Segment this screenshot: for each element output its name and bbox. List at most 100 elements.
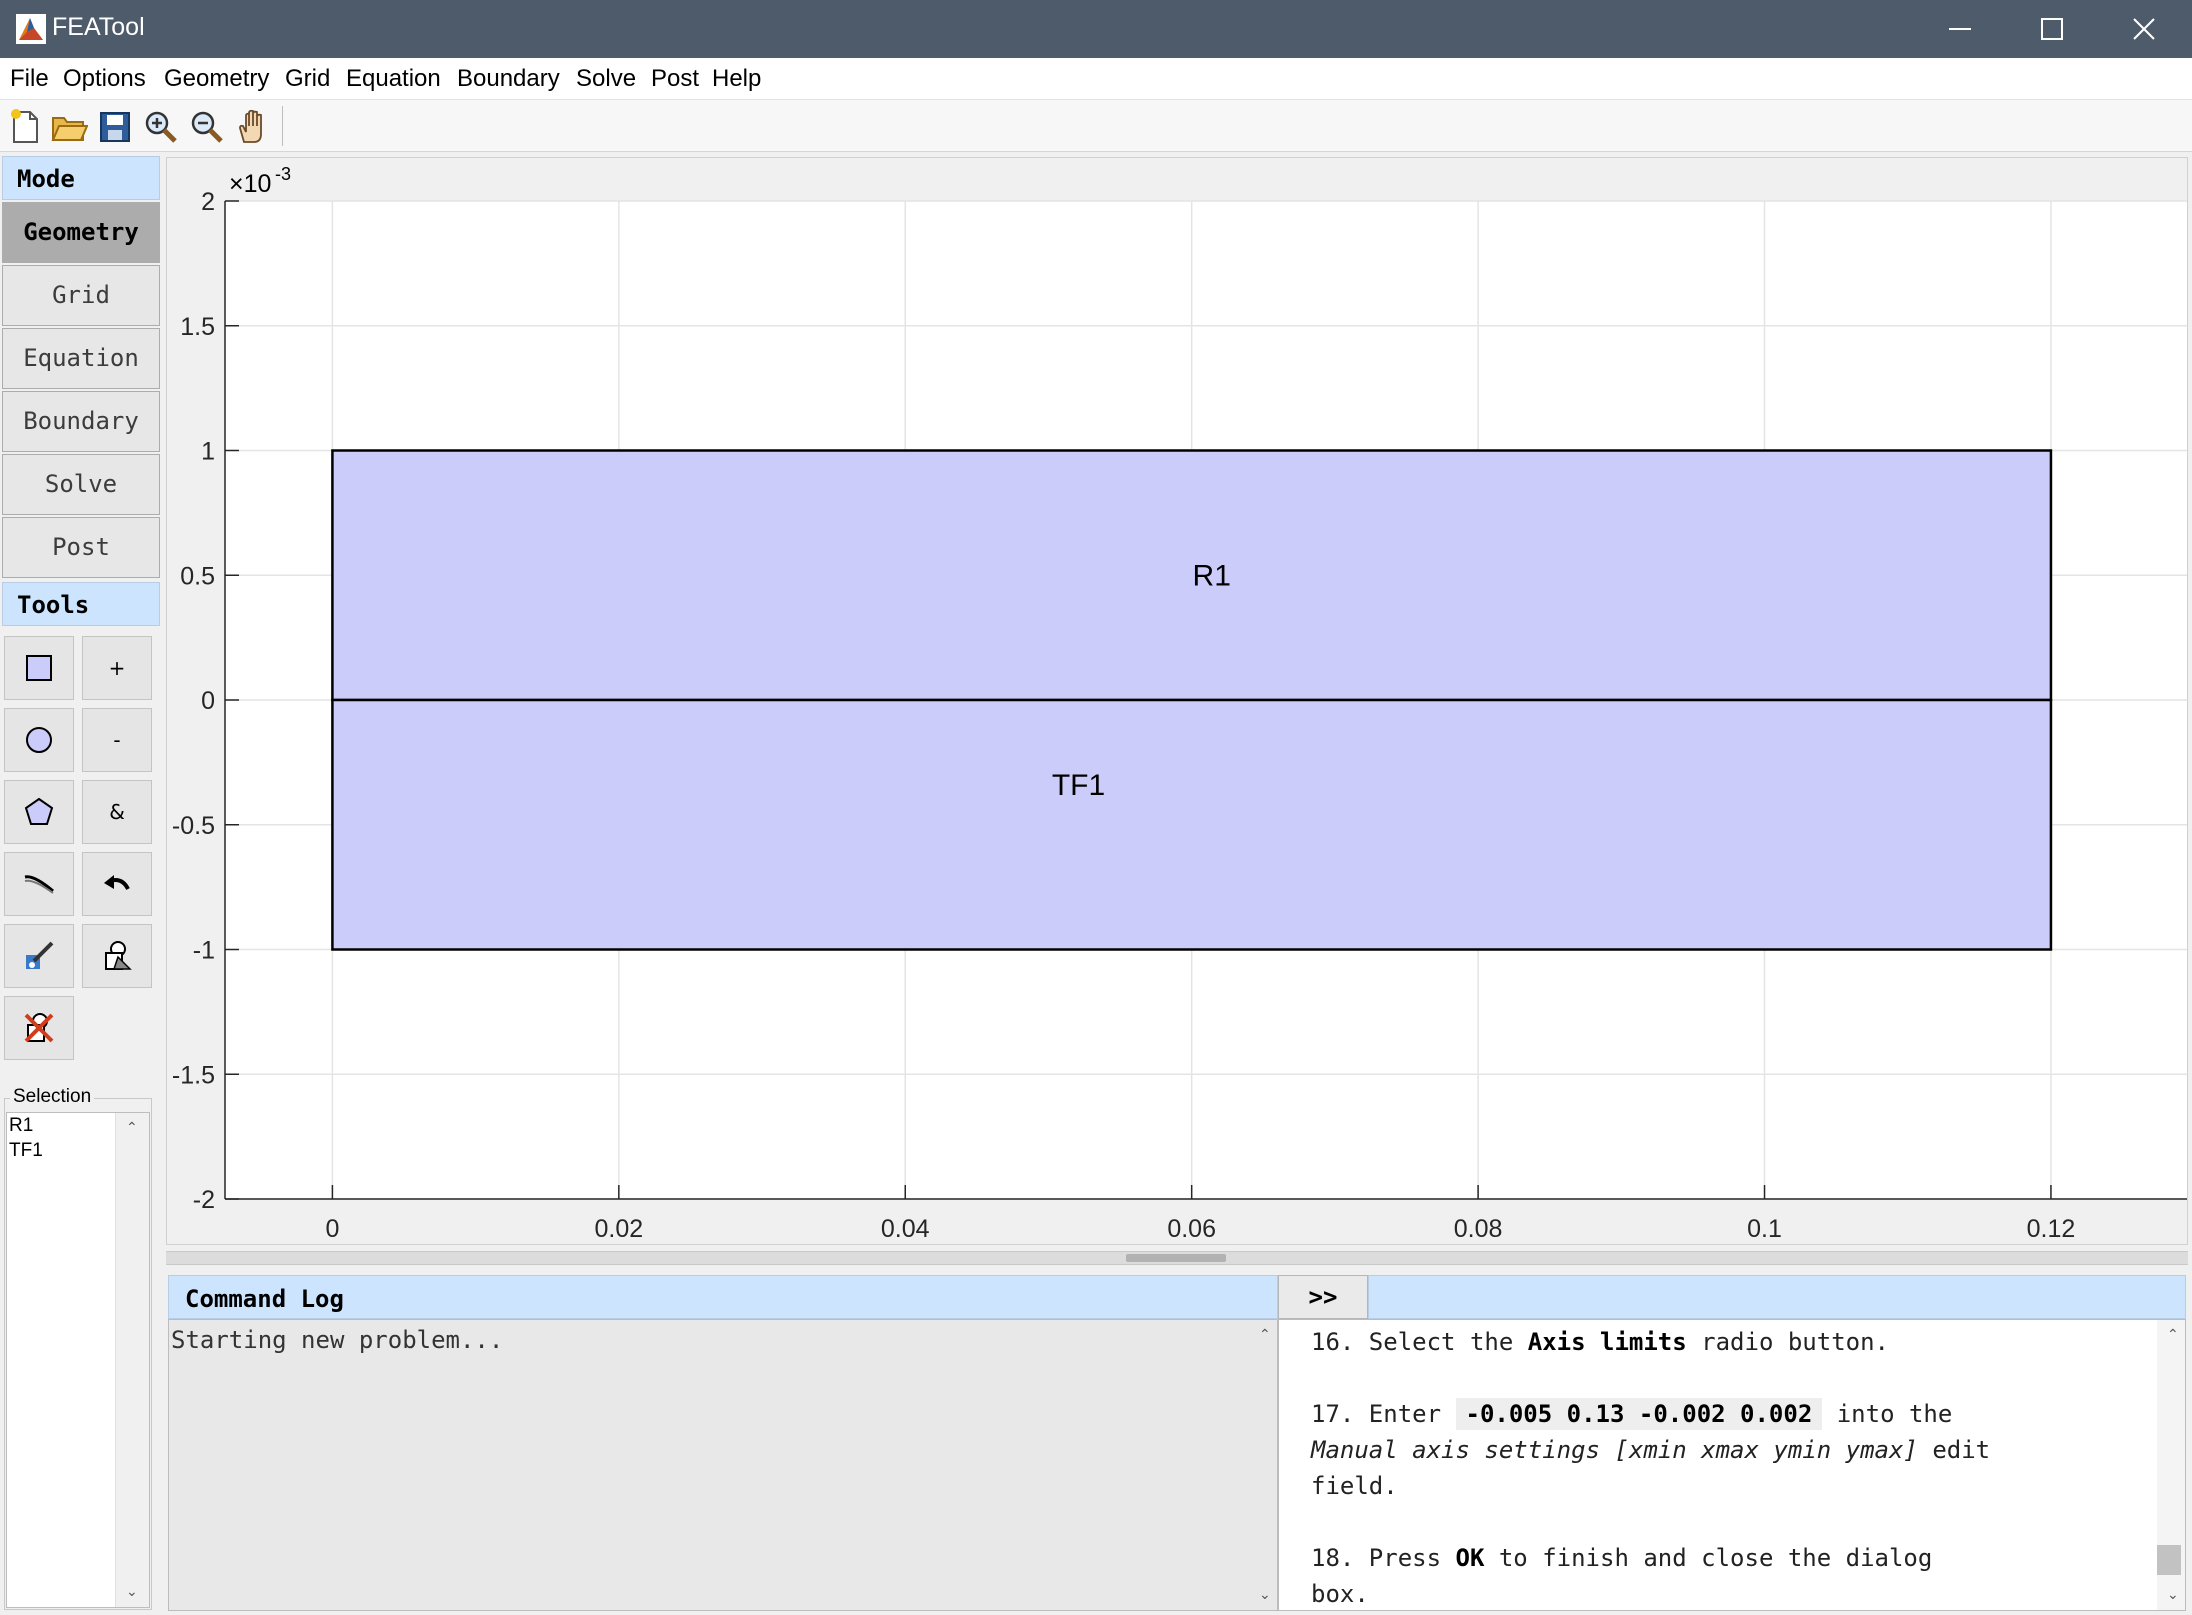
open-folder-icon xyxy=(51,117,89,141)
rectangle-icon xyxy=(26,655,52,681)
mode-post-button[interactable]: Post xyxy=(2,517,160,578)
menu-grid[interactable]: Grid xyxy=(285,65,330,93)
command-log-text: Starting new problem... xyxy=(171,1326,504,1354)
y-tick-label: 0.5 xyxy=(180,562,215,590)
menu-help[interactable]: Help xyxy=(712,65,761,93)
plot-panel: R1 TF1 0 0.02 0.04 0.06 0.08 0.1 0.12 2 1.5 1 0.5 0 -… xyxy=(166,157,2188,1245)
help-panel[interactable]: 16. Select the Axis limits radio button.… xyxy=(1278,1319,2186,1611)
selection-item-tf1[interactable]: TF1 xyxy=(9,1140,43,1162)
featool-logo-icon xyxy=(16,14,46,44)
circle-icon xyxy=(26,727,52,753)
help-step-17-line3: field. xyxy=(1311,1472,1398,1500)
pan-button[interactable] xyxy=(234,108,272,146)
help-step-17-line2: Manual axis settings [xmin xmax ymin yma… xyxy=(1311,1436,1991,1464)
object-properties-button[interactable] xyxy=(82,924,152,988)
delete-objects-icon xyxy=(24,1013,54,1043)
y-tick-label: 1.5 xyxy=(180,313,215,341)
mode-solve-button[interactable]: Solve xyxy=(2,454,160,515)
edit-object-button[interactable] xyxy=(4,924,74,988)
help-scrollbar[interactable]: ⌃ ⌄ xyxy=(2157,1320,2185,1610)
geometry-plot[interactable]: R1 TF1 0 0.02 0.04 0.06 0.08 0.1 0.12 2 1.5 1 0.5 0 -… xyxy=(167,158,2189,1246)
minimize-icon xyxy=(1949,28,1971,30)
y-tick-label: 1 xyxy=(201,438,215,466)
mode-grid-button[interactable]: Grid xyxy=(2,265,160,326)
new-file-icon xyxy=(11,109,38,143)
save-icon xyxy=(100,112,130,142)
title-bar: FEATool xyxy=(0,0,2192,58)
help-header xyxy=(1368,1275,2186,1319)
add-polygon-button[interactable] xyxy=(4,780,74,844)
menu-file[interactable]: File xyxy=(10,65,49,93)
expand-help-button[interactable]: >> xyxy=(1278,1275,1368,1319)
undo-arrow-icon xyxy=(104,875,130,890)
command-log-scrollbar[interactable]: ⌃ ⌄ xyxy=(1249,1320,1277,1610)
menu-solve[interactable]: Solve xyxy=(576,65,636,93)
geometry-objects-icon xyxy=(105,941,132,970)
y-tick-label: -1 xyxy=(193,937,215,965)
panel-splitter[interactable] xyxy=(166,1251,2188,1265)
scroll-down-icon[interactable]: ⌄ xyxy=(1259,1586,1271,1603)
mode-equation-button[interactable]: Equation xyxy=(2,328,160,389)
undo-button[interactable] xyxy=(82,852,152,916)
command-log-textarea[interactable]: Starting new problem... ⌃ ⌄ xyxy=(168,1319,1278,1611)
geometry-object-tf1[interactable] xyxy=(331,698,2053,951)
x-tick-label: 0.1 xyxy=(1747,1215,1782,1243)
minimize-button[interactable] xyxy=(1914,0,2006,58)
mode-header: Mode xyxy=(2,156,160,200)
save-button[interactable] xyxy=(96,108,134,146)
help-step-18: 18. Press OK to finish and close the dia… xyxy=(1311,1544,1933,1572)
intersection-button[interactable]: & xyxy=(82,780,152,844)
x-tick-label: 0.12 xyxy=(2027,1215,2076,1243)
zoom-in-icon xyxy=(145,111,177,143)
menu-options[interactable]: Options xyxy=(63,65,146,93)
new-file-button[interactable] xyxy=(6,108,44,146)
help-scroll-thumb[interactable] xyxy=(2157,1545,2181,1575)
y-tick-label: -0.5 xyxy=(172,812,215,840)
delete-objects-button[interactable] xyxy=(4,996,74,1060)
help-step-16: 16. Select the Axis limits radio button. xyxy=(1311,1328,1889,1356)
add-circle-button[interactable] xyxy=(4,708,74,772)
tools-header: Tools xyxy=(2,582,160,626)
open-button[interactable] xyxy=(50,108,89,146)
splitter-grip[interactable] xyxy=(1126,1254,1226,1262)
command-log-header: Command Log xyxy=(168,1275,1278,1319)
scroll-down-icon[interactable]: ⌄ xyxy=(126,1583,138,1600)
menu-post[interactable]: Post xyxy=(651,65,699,93)
mode-boundary-button[interactable]: Boundary xyxy=(2,391,160,452)
y-tick-label: -1.5 xyxy=(172,1061,215,1089)
scroll-up-icon[interactable]: ⌃ xyxy=(2167,1326,2179,1343)
zoom-out-button[interactable] xyxy=(188,108,226,146)
scroll-up-icon[interactable]: ⌃ xyxy=(1259,1326,1271,1343)
menu-boundary[interactable]: Boundary xyxy=(457,65,560,93)
maximize-button[interactable] xyxy=(2006,0,2098,58)
pan-hand-icon xyxy=(239,109,262,143)
x-tick-label: 0.04 xyxy=(881,1215,930,1243)
selection-scrollbar[interactable]: ⌃ ⌄ xyxy=(115,1113,149,1607)
selection-item-r1[interactable]: R1 xyxy=(9,1115,33,1137)
menu-equation[interactable]: Equation xyxy=(346,65,441,93)
close-button[interactable] xyxy=(2098,0,2190,58)
window-title: FEATool xyxy=(52,13,145,41)
mode-geometry-button[interactable]: Geometry xyxy=(2,202,160,263)
menu-geometry[interactable]: Geometry xyxy=(164,65,269,93)
y-tick-label: 0 xyxy=(201,687,215,715)
add-rectangle-button[interactable] xyxy=(4,636,74,700)
union-button[interactable]: + xyxy=(82,636,152,700)
add-line-button[interactable] xyxy=(4,852,74,916)
zoom-in-button[interactable] xyxy=(142,108,180,146)
geometry-label-r1: R1 xyxy=(1193,559,1231,592)
toolbar xyxy=(0,100,2192,152)
y-tick-label: -2 xyxy=(193,1186,215,1214)
edit-brush-icon xyxy=(26,941,54,969)
maximize-icon xyxy=(2041,18,2063,40)
x-tick-label: 0.08 xyxy=(1454,1215,1503,1243)
selection-label: Selection xyxy=(10,1086,95,1108)
x-tick-label: 0 xyxy=(325,1215,339,1243)
line-curve-icon xyxy=(24,875,54,894)
difference-button[interactable]: - xyxy=(82,708,152,772)
selection-listbox[interactable]: R1 TF1 ⌃ ⌄ xyxy=(6,1112,150,1608)
menu-bar: File Options Geometry Grid Equation Boun… xyxy=(0,58,2192,100)
geometry-label-tf1: TF1 xyxy=(1052,769,1105,802)
scroll-down-icon[interactable]: ⌄ xyxy=(2167,1586,2179,1603)
scroll-up-icon[interactable]: ⌃ xyxy=(126,1119,138,1136)
